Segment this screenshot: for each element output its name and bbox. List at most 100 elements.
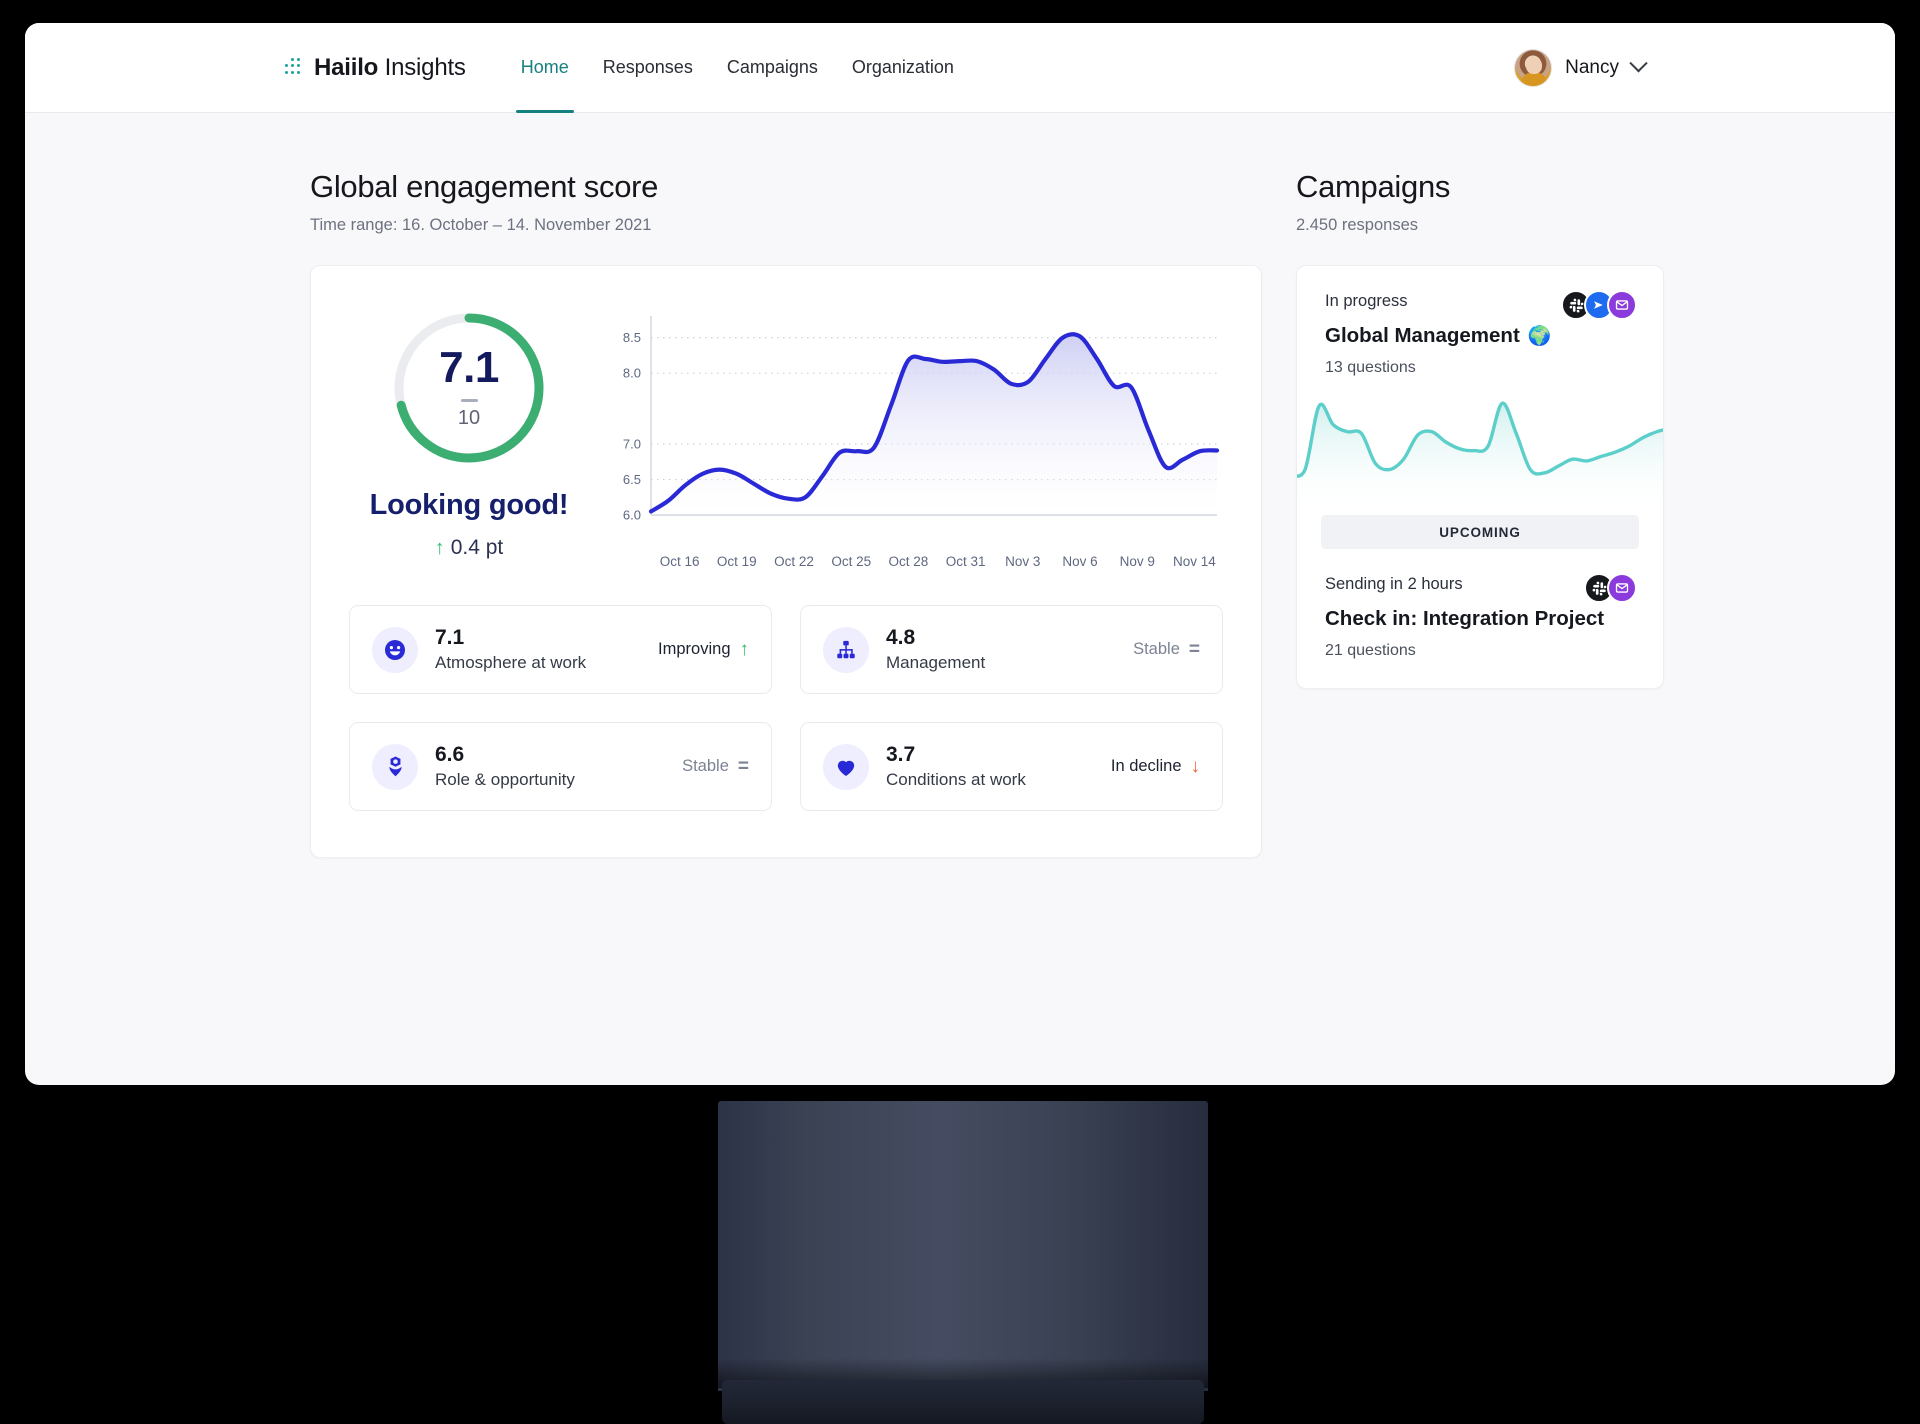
brand-name-bold: Haiilo xyxy=(314,53,379,81)
arrow-up-icon: ↑ xyxy=(434,536,445,559)
metric-text: 4.8 Management xyxy=(886,626,1116,673)
metric-value: 6.6 xyxy=(435,743,465,767)
score-delta-value: 0.4 pt xyxy=(450,536,504,559)
campaigns-responses: 2.450 responses xyxy=(1296,216,1419,234)
monitor-screen: Haiilo Insights Home Responses Campaigns… xyxy=(25,23,1895,1085)
campaign-questions: 13 questions xyxy=(1325,359,1416,376)
equals-icon: = xyxy=(737,755,749,777)
time-range-label: Time range: 16. October – 14. November 2… xyxy=(310,216,652,234)
arrow-up-icon: ↑ xyxy=(739,638,750,660)
engagement-panel: 7.1 10 Looking good! ↑ 0.4 pt 6.0 6.5 7.… xyxy=(310,265,1262,859)
chart-x-tick: Oct 25 xyxy=(831,554,872,569)
metric-text: 3.7 Conditions at work xyxy=(886,743,1094,790)
chart-x-tick: Nov 14 xyxy=(1173,554,1216,569)
score-row: 7.1 10 Looking good! ↑ 0.4 pt 6.0 6.5 7.… xyxy=(311,266,1261,579)
chart-x-tick: Oct 22 xyxy=(774,554,814,569)
trend-label: Stable xyxy=(682,757,729,776)
metric-label: Role & opportunity xyxy=(435,770,575,790)
brand-name: Haiilo Insights xyxy=(314,54,466,82)
metric-value: 3.7 xyxy=(886,743,916,767)
channel-chips-upcoming xyxy=(1584,573,1637,603)
brand-name-light: Insights xyxy=(384,53,466,81)
arrow-down-icon: ↓ xyxy=(1190,755,1201,777)
trend-label: Stable xyxy=(1133,640,1180,659)
gauge-section: 7.1 10 Looking good! ↑ 0.4 pt xyxy=(349,308,589,569)
chart-x-tick: Nov 3 xyxy=(1005,554,1041,569)
avatar xyxy=(1514,48,1553,87)
mail-icon[interactable] xyxy=(1607,290,1637,320)
chart-x-tick: Oct 28 xyxy=(888,554,929,569)
gauge-divider xyxy=(460,399,478,402)
page-title: Global engagement score xyxy=(310,169,659,204)
campaign-name: Global Management xyxy=(1325,324,1520,347)
user-menu[interactable]: Nancy xyxy=(1514,48,1648,87)
campaign-questions: 21 questions xyxy=(1325,642,1416,659)
screenshot-stage: Haiilo Insights Home Responses Campaigns… xyxy=(0,0,1920,1424)
svg-text:8.5: 8.5 xyxy=(623,330,641,345)
score-delta: ↑ 0.4 pt xyxy=(435,536,504,560)
metric-trend: Stable = xyxy=(682,756,749,778)
metric-label: Atmosphere at work xyxy=(435,653,587,673)
nav-item-organization[interactable]: Organization xyxy=(835,23,971,113)
svg-text:8.0: 8.0 xyxy=(623,366,641,381)
metric-label: Conditions at work xyxy=(886,770,1026,790)
engagement-line-chart: 6.0 6.5 7.0 8.0 8.5 Oct 16 Oct 19 Oct 22 Oct 25… xyxy=(589,308,1223,569)
main-nav: Home Responses Campaigns Organization xyxy=(504,23,971,113)
campaign-card: In progress Global Management 🌍 13 quest… xyxy=(1296,265,1664,689)
svg-text:6.5: 6.5 xyxy=(623,472,641,487)
chart-x-tick: Nov 9 xyxy=(1119,554,1155,569)
metric-value: 7.1 xyxy=(435,626,465,649)
monitor-stand-neck xyxy=(718,1101,1208,1391)
campaign-name-row: Check in: Integration Project xyxy=(1325,607,1635,631)
engagement-chart-svg: 6.0 6.5 7.0 8.0 8.5 xyxy=(623,316,1220,523)
metric-text: 6.6 Role & opportunity xyxy=(435,743,665,790)
smiley-face-icon xyxy=(372,626,418,673)
nav-item-campaigns[interactable]: Campaigns xyxy=(710,23,835,113)
metric-card-conditions[interactable]: 3.7 Conditions at work In decline ↓ xyxy=(800,722,1223,812)
svg-text:7.0: 7.0 xyxy=(623,437,641,452)
brand-logo[interactable]: Haiilo Insights xyxy=(285,54,466,82)
nav-item-responses[interactable]: Responses xyxy=(586,23,710,113)
campaigns-title: Campaigns xyxy=(1296,169,1451,204)
chevron-down-icon[interactable] xyxy=(1629,54,1648,73)
campaign-name: Check in: Integration Project xyxy=(1325,607,1605,630)
metric-value: 4.8 xyxy=(886,626,916,649)
mail-icon[interactable] xyxy=(1607,573,1637,603)
metric-cards-grid: 7.1 Atmosphere at work Improving ↑ 4.8 M… xyxy=(311,579,1261,857)
campaign-in-progress[interactable]: In progress Global Management 🌍 13 quest… xyxy=(1297,266,1663,377)
trend-label: In decline xyxy=(1110,757,1182,776)
metric-label: Management xyxy=(886,653,986,673)
campaign-upcoming[interactable]: Sending in 2 hours Check in: Integration… xyxy=(1297,549,1663,688)
metric-trend: Stable = xyxy=(1133,639,1200,661)
gauge-value: 7.1 xyxy=(439,343,499,393)
metric-card-role-opportunity[interactable]: 6.6 Role & opportunity Stable = xyxy=(349,722,772,812)
globe-emoji-icon: 🌍 xyxy=(1527,325,1552,347)
flower-badge-icon xyxy=(372,743,418,790)
heart-icon xyxy=(823,743,869,790)
gauge-center: 7.1 10 xyxy=(389,308,549,468)
channel-chips-in-progress xyxy=(1561,290,1637,320)
metric-card-atmosphere[interactable]: 7.1 Atmosphere at work Improving ↑ xyxy=(349,605,772,695)
org-chart-icon xyxy=(823,626,869,673)
equals-icon: = xyxy=(1188,638,1200,660)
chart-x-tick: Oct 16 xyxy=(659,554,700,569)
metric-card-management[interactable]: 4.8 Management Stable = xyxy=(800,605,1223,695)
user-name: Nancy xyxy=(1565,56,1619,78)
metric-trend: In decline ↓ xyxy=(1111,756,1200,778)
engagement-column: Global engagement score Time range: 16. … xyxy=(310,169,1262,859)
engagement-gauge: 7.1 10 xyxy=(389,308,549,468)
svg-text:6.0: 6.0 xyxy=(623,508,641,523)
trend-label: Improving xyxy=(658,640,731,659)
haiilo-dots-icon xyxy=(285,57,305,76)
chart-x-axis-labels: Oct 16 Oct 19 Oct 22 Oct 25 Oct 28 Oct 31 Nov … xyxy=(651,554,1223,569)
campaign-sparkline xyxy=(1297,389,1663,507)
nav-item-home[interactable]: Home xyxy=(504,23,586,113)
chart-x-tick: Oct 31 xyxy=(945,554,986,569)
upcoming-divider-label: UPCOMING xyxy=(1321,515,1639,549)
chart-x-tick: Nov 6 xyxy=(1062,554,1098,569)
metric-text: 7.1 Atmosphere at work xyxy=(435,626,641,673)
monitor-stand-base xyxy=(722,1380,1204,1424)
metric-trend: Improving ↑ xyxy=(658,639,749,661)
gauge-max: 10 xyxy=(457,406,481,429)
score-caption: Looking good! xyxy=(369,489,569,521)
